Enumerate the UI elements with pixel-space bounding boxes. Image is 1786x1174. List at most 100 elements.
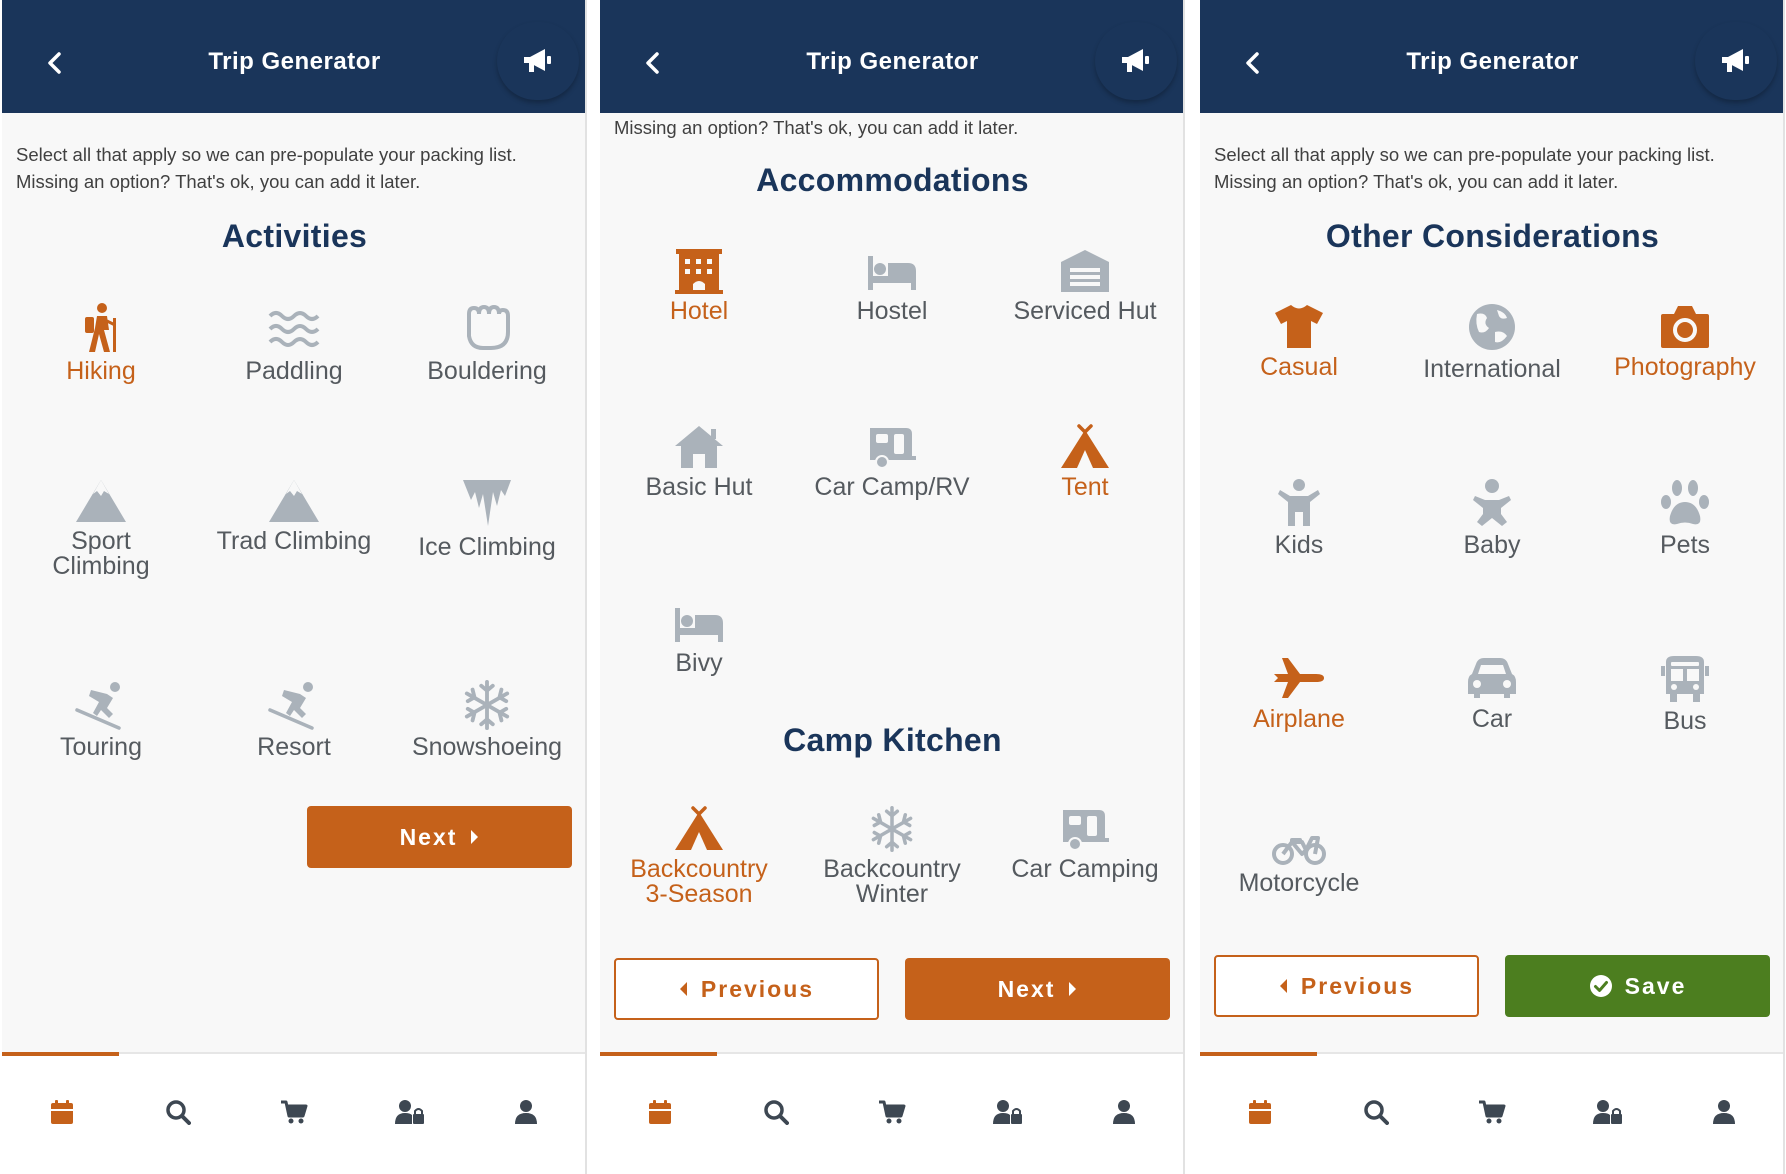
house-icon	[675, 426, 723, 468]
option-motorcycle[interactable]: Motorcycle	[1202, 830, 1396, 897]
calendar-icon	[51, 1100, 73, 1124]
option-label: Resort	[257, 733, 331, 761]
active-tab-indicator	[600, 1052, 717, 1056]
tab-trips[interactable]	[640, 1092, 680, 1132]
caret-left-icon	[1279, 979, 1287, 993]
user-icon	[1713, 1100, 1735, 1124]
option-serviced-hut[interactable]: Serviced Hut	[988, 248, 1182, 325]
next-button-label: Next	[997, 975, 1056, 1002]
option-photography[interactable]: Photography	[1588, 302, 1782, 381]
option-resort[interactable]: Resort	[197, 680, 391, 761]
tab-profile[interactable]	[1704, 1092, 1744, 1132]
mountain-icon	[269, 480, 319, 522]
option-bus[interactable]: Bus	[1588, 654, 1782, 735]
option-ice-climbing[interactable]: Ice Climbing	[390, 478, 584, 561]
option-label: Photography	[1614, 353, 1756, 381]
option-label: Paddling	[245, 357, 343, 385]
active-tab-indicator	[2, 1052, 119, 1056]
intro-text-line-2: Missing an option? That's ok, you can ad…	[16, 171, 421, 192]
bottom-tab-bar	[1200, 1052, 1785, 1174]
tab-trips[interactable]	[42, 1092, 82, 1132]
option-car-camp-rv[interactable]: Car Camp/RV	[795, 424, 989, 501]
option-label: Snowshoeing	[411, 733, 563, 761]
option-label: Car Camping	[1011, 855, 1159, 883]
option-label-line-2: Winter	[855, 880, 929, 908]
option-bouldering[interactable]: Bouldering	[390, 302, 584, 385]
option-label: Casual	[1260, 353, 1338, 381]
option-pets[interactable]: Pets	[1588, 478, 1782, 559]
option-international[interactable]: International	[1395, 302, 1589, 383]
cart-icon	[879, 1100, 906, 1124]
option-sport-climbing[interactable]: Sport Climbing	[4, 478, 198, 580]
tab-cart[interactable]	[274, 1092, 314, 1132]
next-button[interactable]: Next	[307, 806, 572, 868]
tab-search[interactable]	[756, 1092, 796, 1132]
tab-cart[interactable]	[872, 1092, 912, 1132]
option-paddling[interactable]: Paddling	[197, 302, 391, 385]
option-hiking[interactable]: Hiking	[4, 302, 198, 385]
previous-button-label: Previous	[1300, 972, 1415, 999]
previous-button[interactable]: Previous	[614, 958, 879, 1020]
option-basic-hut[interactable]: Basic Hut	[602, 424, 796, 501]
fist-icon	[467, 304, 510, 350]
next-button[interactable]: Next	[905, 958, 1170, 1020]
option-car-camping[interactable]: Car Camping	[988, 806, 1182, 883]
option-baby[interactable]: Baby	[1395, 478, 1589, 559]
option-label-line-1: Sport	[71, 527, 131, 555]
user-icon	[515, 1100, 537, 1124]
option-label: Tent	[1061, 473, 1109, 501]
accommodations-screen: Trip Generator Missing an option? That's…	[600, 0, 1185, 1174]
tab-search[interactable]	[158, 1092, 198, 1132]
option-trad-climbing[interactable]: Trad Climbing	[197, 478, 391, 555]
tab-trips[interactable]	[1240, 1092, 1280, 1132]
option-casual[interactable]: Casual	[1202, 302, 1396, 381]
save-button[interactable]: Save	[1505, 955, 1770, 1017]
motorcycle-icon	[1272, 836, 1326, 865]
option-backcountry-winter[interactable]: Backcountry Winter	[795, 806, 989, 908]
section-title-camp-kitchen: Camp Kitchen	[783, 722, 1002, 758]
next-button-label: Next	[399, 823, 458, 850]
option-touring[interactable]: Touring	[4, 680, 198, 761]
option-label: Hostel	[856, 297, 928, 325]
user-lock-icon	[1593, 1100, 1622, 1124]
option-label-line-2: 3-Season	[645, 880, 753, 908]
intro-text-line-2: Missing an option? That's ok, you can ad…	[1214, 171, 1619, 192]
announcements-button[interactable]	[497, 22, 579, 100]
tab-search[interactable]	[1356, 1092, 1396, 1132]
tab-profile[interactable]	[1104, 1092, 1144, 1132]
option-label: International	[1423, 355, 1561, 383]
announcements-button[interactable]	[1695, 22, 1777, 100]
option-label: Hiking	[66, 357, 136, 385]
option-snowshoeing[interactable]: Snowshoeing	[390, 680, 584, 761]
option-tent[interactable]: Tent	[988, 424, 1182, 501]
search-icon	[166, 1100, 191, 1125]
tab-private-lists[interactable]	[1588, 1092, 1628, 1132]
tab-profile[interactable]	[506, 1092, 546, 1132]
tab-cart[interactable]	[1472, 1092, 1512, 1132]
tent-icon	[675, 806, 723, 850]
tab-private-lists[interactable]	[390, 1092, 430, 1132]
option-bivy[interactable]: Bivy	[602, 600, 796, 677]
option-hotel[interactable]: Hotel	[602, 248, 796, 325]
option-label: Hotel	[669, 297, 729, 325]
option-label: Bivy	[675, 649, 723, 677]
skiing-icon	[268, 682, 314, 730]
option-label: Bus	[1663, 707, 1707, 735]
child-icon	[1278, 479, 1320, 526]
plane-icon	[1274, 658, 1324, 698]
bottom-tab-bar	[2, 1052, 587, 1174]
option-label-line-1: Backcountry	[630, 855, 768, 883]
option-airplane[interactable]: Airplane	[1202, 654, 1396, 733]
option-backcountry-3-season[interactable]: Backcountry 3-Season	[602, 806, 796, 908]
option-label: Baby	[1463, 531, 1521, 559]
announcements-button[interactable]	[1095, 22, 1177, 100]
previous-button[interactable]: Previous	[1214, 955, 1479, 1017]
search-icon	[764, 1100, 789, 1125]
option-hostel[interactable]: Hostel	[795, 248, 989, 325]
caret-left-icon	[679, 982, 687, 996]
option-kids[interactable]: Kids	[1202, 478, 1396, 559]
tab-private-lists[interactable]	[988, 1092, 1028, 1132]
option-car[interactable]: Car	[1395, 654, 1589, 733]
app-bar: Trip Generator	[2, 0, 587, 113]
bed-icon	[868, 256, 916, 290]
